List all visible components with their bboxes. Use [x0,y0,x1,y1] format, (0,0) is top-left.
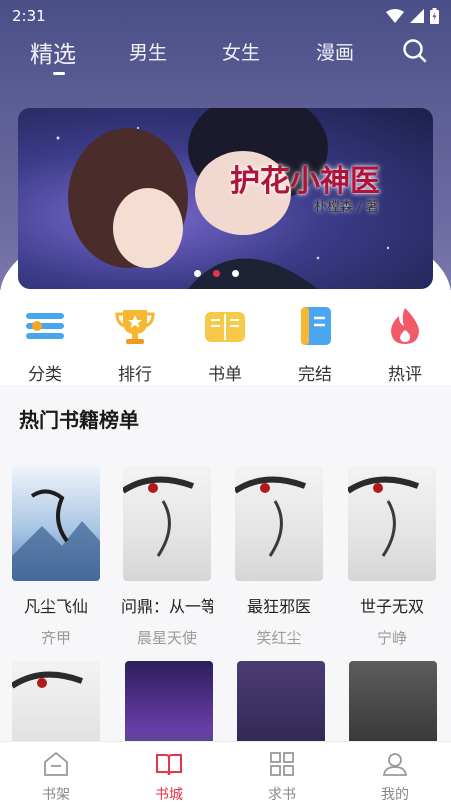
nav-label: 书架 [42,787,70,802]
bottom-navigation: 书架 书城 求书 我的 [0,741,451,802]
nav-label: 我的 [381,787,409,802]
battery-icon [430,8,439,24]
book-cover [123,466,211,581]
trophy-icon [115,310,155,344]
tab-female[interactable]: 女生 [222,38,260,65]
book-title: 最狂邪医 [246,597,311,616]
status-icons [386,8,439,24]
book-cover-art [348,476,420,557]
book-title: 问鼎：从一等… [121,597,213,616]
category-completed[interactable]: 完结 [285,304,345,385]
category-label: 热评 [388,365,422,385]
book-author: 笑红尘 [256,629,302,647]
top-tabs: 精选 男生 女生 漫画 [0,36,451,76]
book-card[interactable]: 凡尘飞仙 齐甲 [10,466,102,648]
category-classify[interactable]: 分类 [15,304,75,385]
book-card[interactable]: 世子无双 宁峥 [346,466,438,648]
nav-bookshelf[interactable]: 书架 [26,750,86,802]
status-bar: 2:31 [0,0,451,32]
banner-dot[interactable] [232,270,239,277]
section-title: 热门书籍榜单 [19,408,139,432]
book-author: 宁峥 [376,629,407,647]
tab-comics[interactable]: 漫画 [316,38,354,65]
wifi-icon [386,9,404,23]
book-author: 齐甲 [40,629,71,647]
notebook-icon [301,307,331,345]
nav-bookstore[interactable]: 书城 [139,750,199,802]
list-icon [26,313,64,339]
nav-profile[interactable]: 我的 [365,750,425,802]
category-hot-reviews[interactable]: 热评 [375,304,435,385]
tab-male[interactable]: 男生 [129,38,167,65]
book-author: 晨星天使 [136,629,197,647]
grid-icon [270,752,294,776]
tab-active-indicator [53,72,65,75]
banner-dot[interactable] [194,270,201,277]
book-title: 世子无双 [359,597,424,616]
book-cover [348,466,436,581]
open-book-icon [205,312,245,342]
category-label: 排行 [118,365,152,385]
bookshelf-icon [44,751,68,776]
banner-pagination [194,270,239,277]
flame-icon [391,308,419,344]
category-label: 完结 [298,365,332,385]
category-shortcuts: 分类 排行 书单 完结 热评 [0,290,451,385]
book-cover-art [12,489,100,581]
category-booklist[interactable]: 书单 [195,304,255,385]
book-card[interactable]: 最狂邪医 笑红尘 [233,466,325,648]
book-cover [12,466,100,581]
nav-label: 书城 [155,787,183,802]
user-icon [382,753,408,776]
category-ranking[interactable]: 排行 [105,304,165,385]
nav-label: 求书 [268,787,296,802]
status-time: 2:31 [12,7,46,25]
signal-icon [410,9,424,23]
category-label: 书单 [208,365,242,385]
nav-request-book[interactable]: 求书 [252,750,312,802]
bookstore-icon [156,754,182,776]
banner-dot-active[interactable] [213,270,220,277]
banner-author: 朴樘森 / 著 [314,200,379,215]
book-cover-art [123,476,195,557]
book-title: 凡尘飞仙 [23,597,88,616]
book-cover-art [235,476,307,557]
banner-title: 护花小神医 [230,164,380,199]
book-cover [235,466,323,581]
tab-featured[interactable]: 精选 [30,35,76,69]
book-card[interactable]: 问鼎：从一等… 晨星天使 [121,466,213,648]
search-icon[interactable] [402,38,428,64]
promo-banner[interactable]: 护花小神医 朴樘森 / 著 [18,108,433,289]
category-label: 分类 [28,365,62,385]
